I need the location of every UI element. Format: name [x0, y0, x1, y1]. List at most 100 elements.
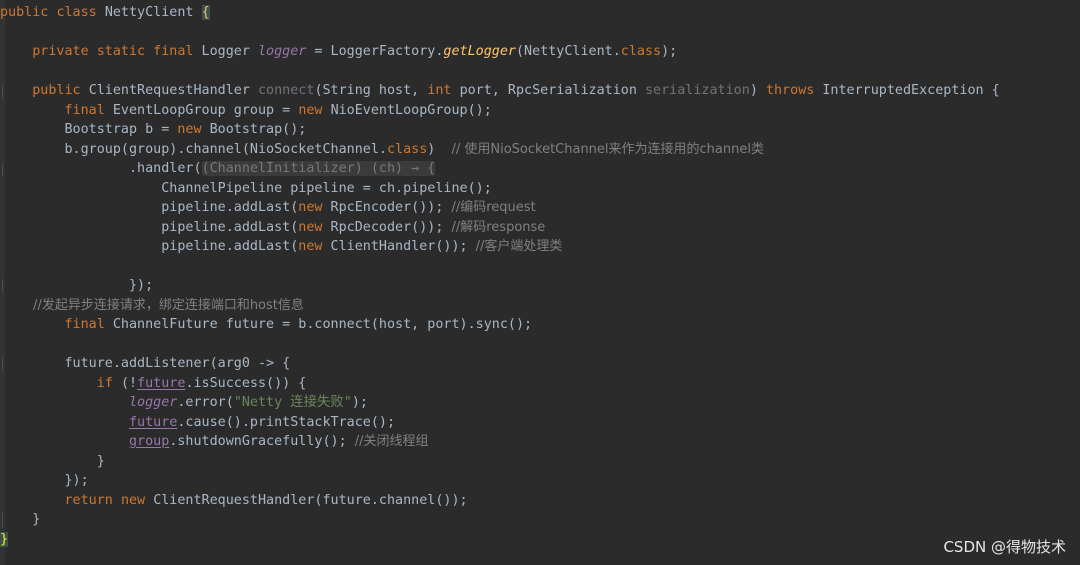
code-token-plain: NioEventLoopGroup();: [330, 102, 492, 118]
code-line[interactable]: return new ClientRequestHandler(future.c…: [0, 491, 1080, 511]
code-line[interactable]: [0, 335, 1080, 355]
code-line[interactable]: });: [0, 471, 1080, 491]
code-token-comment: //解码response: [451, 219, 546, 235]
code-token-plain: }: [0, 453, 105, 469]
code-token-plain: RpcDecoder());: [330, 219, 452, 235]
code-token-plain: (String host,: [314, 83, 428, 98]
code-token-plain: = LoggerFactory.: [306, 44, 444, 59]
code-token-plain: ): [427, 141, 452, 157]
code-token-kw: final: [0, 317, 113, 332]
code-token-kw: new: [298, 219, 331, 235]
code-line[interactable]: final ChannelFuture future = b.connect(h…: [0, 315, 1080, 335]
code-token-plain: ChannelFuture future = b.connect(host, p…: [112, 317, 533, 332]
code-line[interactable]: logger.error("Netty 连接失败");: [0, 393, 1080, 413]
code-line[interactable]: }: [0, 530, 1080, 550]
code-line[interactable]: public ClientRequestHandler connect(Stri…: [0, 81, 1080, 101]
code-line[interactable]: final EventLoopGroup group = new NioEven…: [0, 101, 1080, 121]
code-token-plain: (NettyClient.: [515, 44, 621, 59]
code-line[interactable]: });: [0, 276, 1080, 296]
code-token-comment: //关闭线程组: [354, 434, 429, 449]
code-token-cls: ClientRequestHandler: [88, 83, 258, 98]
code-editor[interactable]: public class NettyClient { private stati…: [0, 0, 1080, 565]
code-token-brace: {: [201, 5, 210, 20]
code-line[interactable]: future.cause().printStackTrace();: [0, 413, 1080, 433]
code-area[interactable]: public class NettyClient { private stati…: [0, 3, 1080, 549]
code-token-plain: ClientRequestHandler(future.channel());: [153, 492, 468, 508]
code-line[interactable]: .handler((ChannelInitializer) (ch) → {: [0, 159, 1080, 179]
code-token-plain: (!: [120, 375, 138, 391]
code-token-field: logger: [129, 395, 178, 410]
code-token-comment: //发起异步连接请求，绑定连接端口和host信息: [0, 297, 304, 313]
code-token-kw: throws: [765, 83, 823, 98]
code-token-kw: return: [0, 492, 121, 508]
code-line[interactable]: b.group(group).channel(NioSocketChannel.…: [0, 140, 1080, 160]
code-token-plain: .shutdownGracefully();: [169, 434, 355, 449]
code-line[interactable]: [0, 257, 1080, 277]
code-token-kw: class: [620, 44, 662, 59]
code-line[interactable]: pipeline.addLast(new RpcDecoder()); //解码…: [0, 218, 1080, 238]
code-token-plain: .isSuccess()) {: [185, 375, 307, 391]
code-line[interactable]: pipeline.addLast(new RpcEncoder()); //编码…: [0, 198, 1080, 218]
code-token-plain: pipeline.addLast(: [0, 219, 299, 235]
code-token-kw: new: [298, 239, 331, 254]
code-line[interactable]: group.shutdownGracefully(); //关闭线程组: [0, 432, 1080, 452]
code-token-kw: public: [0, 83, 89, 98]
code-token-plain: future.addListener(arg0 -> {: [0, 356, 291, 371]
code-line[interactable]: public class NettyClient {: [0, 3, 1080, 23]
code-token-plain: EventLoopGroup group =: [112, 102, 299, 118]
code-line[interactable]: pipeline.addLast(new ClientHandler()); /…: [0, 237, 1080, 257]
code-token-comment: //客户端处理类: [475, 239, 563, 254]
code-token-plain: port, RpcSerialization: [459, 83, 645, 98]
code-token-kw: int: [427, 83, 460, 98]
code-token-ul: group: [129, 434, 170, 449]
code-line[interactable]: [0, 23, 1080, 43]
code-token-cls: NettyClient: [104, 5, 202, 20]
code-token-plain: );: [351, 395, 368, 410]
code-token-unused: connect: [258, 83, 315, 98]
code-line[interactable]: //发起异步连接请求，绑定连接端口和host信息: [0, 296, 1080, 316]
code-token-kw: new: [298, 102, 331, 118]
code-token-plain: }: [0, 512, 41, 527]
code-line[interactable]: }: [0, 452, 1080, 472]
code-token-plain: );: [661, 44, 678, 59]
code-token-plain: pipeline.addLast(: [0, 200, 299, 215]
code-token-plain: RpcEncoder());: [330, 200, 452, 215]
code-token-plain: .error(: [177, 395, 234, 410]
code-token-plain: .cause().printStackTrace();: [177, 414, 396, 430]
code-line[interactable]: private static final Logger logger = Log…: [0, 42, 1080, 62]
code-token-plain: .handler(: [0, 161, 202, 176]
code-line[interactable]: future.addListener(arg0 -> {: [0, 354, 1080, 374]
code-token-bracehl: }: [0, 531, 9, 547]
code-token-hint: (ChannelInitializer) (ch) → {: [201, 161, 436, 176]
code-token-plain: pipeline.addLast(: [0, 239, 299, 254]
code-token-plain: ChannelPipeline pipeline = ch.pipeline()…: [0, 180, 492, 196]
code-token-kw: new: [177, 122, 210, 137]
code-line[interactable]: ChannelPipeline pipeline = ch.pipeline()…: [0, 179, 1080, 199]
code-line[interactable]: if (!future.isSuccess()) {: [0, 374, 1080, 394]
code-token-kw: public: [0, 5, 57, 20]
code-token-static: getLogger: [443, 44, 516, 59]
code-line[interactable]: }: [0, 510, 1080, 530]
code-token-string: "Netty 连接失败": [233, 395, 352, 410]
code-token-plain: Bootstrap b =: [0, 122, 178, 137]
csdn-watermark: CSDN @得物技术: [943, 538, 1066, 556]
code-line[interactable]: Bootstrap b = new Bootstrap();: [0, 120, 1080, 140]
code-token-plain: ): [749, 83, 766, 98]
code-token-kw: class: [56, 5, 105, 20]
code-token-plain: b.group(group).channel(NioSocketChannel.: [0, 141, 387, 157]
code-token-kw: class: [386, 141, 428, 157]
code-token-unused: serialization: [645, 83, 750, 98]
code-line[interactable]: [0, 62, 1080, 82]
code-token-plain: });: [0, 473, 89, 488]
code-token-kw: new: [120, 492, 154, 508]
code-token-kw: if: [0, 375, 121, 391]
code-token-plain: });: [0, 278, 154, 293]
code-token-kw: new: [298, 200, 331, 215]
code-token-ul: future: [137, 375, 186, 391]
code-token-comment: //编码request: [451, 200, 536, 215]
code-token-kw: final: [0, 102, 113, 118]
code-token-ul: future: [129, 414, 178, 430]
